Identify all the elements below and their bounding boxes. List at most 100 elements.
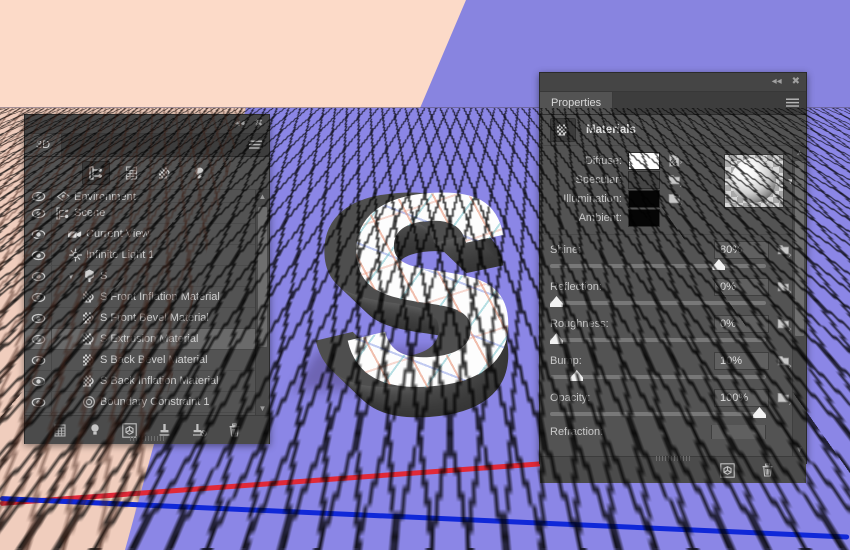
slider-value-field[interactable]: 80%: [714, 240, 769, 259]
3d-list-item-content: Boundary Constraint 1: [52, 395, 269, 409]
remove-constraint-button[interactable]: [191, 421, 209, 439]
chevron-down-icon[interactable]: ▼: [64, 272, 78, 281]
tab-3d[interactable]: 3D: [25, 134, 63, 156]
slider-track[interactable]: [550, 338, 766, 342]
texture-menu-button[interactable]: [777, 354, 792, 368]
slider-value-field[interactable]: 10%: [714, 351, 769, 370]
eye-icon: [31, 292, 45, 302]
3d-list-item-label: S Front Inflation Material: [100, 291, 220, 303]
slider-track-row[interactable]: [550, 333, 766, 348]
visibility-toggle[interactable]: [25, 308, 52, 328]
3d-list-item-infinite-light-1[interactable]: Infinite Light 1: [25, 245, 269, 266]
properties-scrollbar[interactable]: ▲ ▼: [792, 146, 806, 456]
eye-icon: [31, 229, 45, 239]
visibility-toggle[interactable]: [25, 190, 52, 202]
slider-track-row[interactable]: [550, 296, 766, 311]
close-icon[interactable]: ✖: [255, 119, 263, 129]
texture-menu-button[interactable]: [777, 391, 792, 405]
visibility-toggle[interactable]: [25, 203, 52, 223]
add-mesh-button[interactable]: [51, 421, 69, 439]
slider-track[interactable]: [550, 412, 766, 416]
properties-scrollbar-track[interactable]: [793, 159, 806, 443]
slider-value-field[interactable]: 100%: [714, 388, 769, 407]
3d-list-item-s-back-bevel-material[interactable]: S Back Bevel Material: [25, 350, 269, 371]
3d-list-item-environment[interactable]: Environment: [25, 190, 269, 203]
visibility-toggle[interactable]: [25, 224, 52, 244]
slider-label: Bump:: [550, 354, 582, 367]
3d-object-list[interactable]: Environment Scene Current View Infinite Lig…: [25, 190, 269, 415]
slider-track-row[interactable]: [550, 407, 766, 422]
chevron-down-icon[interactable]: ▼: [793, 443, 806, 456]
lights-filter-button[interactable]: [186, 162, 212, 184]
slider-track[interactable]: [550, 301, 766, 305]
close-icon[interactable]: ✖: [792, 77, 800, 87]
material-preview-thumbnail[interactable]: [724, 154, 784, 208]
3d-list-item-s[interactable]: ▼ S: [25, 266, 269, 287]
3d-list-item-s-back-inflation-material[interactable]: S Back Inflation Material: [25, 371, 269, 392]
visibility-toggle[interactable]: [25, 245, 52, 265]
tab-properties[interactable]: Properties: [540, 92, 614, 114]
visibility-toggle[interactable]: [25, 266, 52, 286]
3d-list-item-current-view[interactable]: Current View: [25, 224, 269, 245]
visibility-toggle[interactable]: [25, 329, 52, 349]
texture-menu-button[interactable]: [777, 243, 792, 257]
visibility-toggle[interactable]: [25, 371, 52, 391]
refraction-row-partial[interactable]: Refraction:: [540, 422, 792, 439]
visibility-toggle[interactable]: [25, 413, 52, 415]
3d-scrollbar-thumb[interactable]: [258, 207, 267, 347]
texture-menu-button[interactable]: [668, 154, 683, 168]
3d-list-item-scene[interactable]: Scene: [25, 203, 269, 224]
3d-list-item-s-front-inflation-material[interactable]: S Front Inflation Material: [25, 287, 269, 308]
environment-icon: [56, 191, 70, 202]
3d-panel-scrollbar[interactable]: ▲ ▼: [255, 190, 269, 415]
visibility-toggle[interactable]: [25, 287, 52, 307]
3d-scrollbar-track[interactable]: [256, 203, 269, 402]
color-swatch[interactable]: [628, 190, 660, 208]
3d-list-item-s-extrusion-material[interactable]: S Extrusion Material: [25, 329, 269, 350]
panel-resize-grip[interactable]: [656, 456, 690, 461]
delete-button[interactable]: [758, 461, 776, 479]
3d-list-item-boundary-constraint-1[interactable]: Boundary Constraint 1: [25, 392, 269, 413]
visibility-toggle[interactable]: [25, 392, 52, 412]
chevron-down-icon[interactable]: ▼: [256, 402, 269, 415]
visibility-toggle[interactable]: [25, 350, 52, 370]
boundary-constraint-icon: [82, 395, 96, 409]
panel-menu-icon[interactable]: [249, 140, 262, 150]
chevron-up-icon[interactable]: ▲: [256, 190, 269, 203]
double-chevron-left-icon[interactable]: ◂◂: [772, 77, 782, 87]
delete-button[interactable]: [226, 421, 244, 439]
refraction-value-field[interactable]: [711, 425, 766, 439]
3d-list-item-icon: [52, 190, 74, 202]
color-swatch[interactable]: [628, 152, 660, 170]
3d-list-item-s-front-bevel-material[interactable]: S Front Bevel Material: [25, 308, 269, 329]
render-button[interactable]: [718, 461, 736, 479]
slider-track-row[interactable]: [550, 259, 766, 274]
color-swatch[interactable]: [628, 171, 660, 189]
texture-menu-button[interactable]: [777, 280, 792, 294]
3d-list-item-icon: [52, 206, 74, 220]
scene-filter-button[interactable]: [82, 161, 110, 185]
3d-list-item-label: Scene: [74, 207, 106, 219]
panel-resize-grip[interactable]: [130, 436, 164, 441]
add-light-button[interactable]: [86, 421, 104, 439]
3d-list-item-default-camera[interactable]: Default Camera: [25, 413, 269, 415]
3d-list-item-content: Infinite Light 1: [52, 248, 269, 262]
materials-filter-button[interactable]: [152, 162, 178, 184]
slider-track[interactable]: [550, 264, 766, 268]
slider-value-field[interactable]: 0%: [714, 277, 769, 296]
3d-letter-object[interactable]: S S S: [293, 130, 540, 448]
texture-menu-button[interactable]: [777, 317, 792, 331]
slider-value-field[interactable]: 0%: [714, 314, 769, 333]
double-chevron-left-icon[interactable]: ◂◂: [235, 119, 245, 129]
color-swatch[interactable]: [628, 209, 660, 227]
panel-menu-icon[interactable]: [786, 98, 799, 108]
properties-scrollbar-thumb[interactable]: [795, 161, 804, 336]
materials-icon: [82, 291, 94, 303]
texture-menu-button[interactable]: [668, 192, 683, 206]
slider-track-row[interactable]: [550, 370, 766, 385]
3d-list-item-icon: [78, 311, 100, 325]
texture-menu-button[interactable]: [668, 173, 683, 187]
chevron-up-icon[interactable]: ▲: [793, 146, 806, 159]
folder-icon: [668, 194, 683, 206]
mesh-filter-button[interactable]: [118, 162, 144, 184]
